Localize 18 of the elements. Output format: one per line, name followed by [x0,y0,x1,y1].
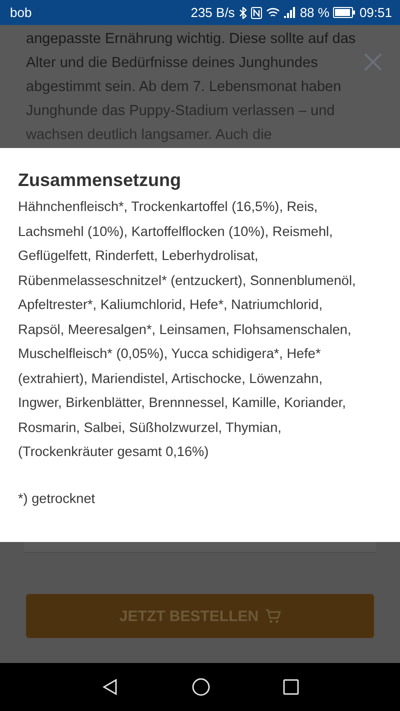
recents-icon[interactable] [283,679,299,695]
article-text: Alter und die Bedürfnisse deines Junghundes [26,54,319,73]
bluetooth-icon [238,6,247,18]
nfc-icon [250,6,262,18]
cart-icon [264,608,281,624]
battery-icon [333,7,356,18]
ingredients-text: Hähnchenfleisch*, Trockenkartoffel (16,5%), Reis, Lachsmehl (10%), Kartoffelflocken (10%), Reismehl, Geflügelfett, Rinderfett, Leberhydrolisat, Rübenmelasseschnitzel* (entzuckert), Sonnenblumenöl, Apfeltrester*, Kaliumchlorid, Hefe*, Natriumchlorid, Rapsöl, Meeresalgen*, Leinsamen, Flohsamenschalen, Muschelfleisch* (0,05%), Yucca schidigera*, Hefe* (extrahiert), Mariendistel, Artischocke, Löwenzahn, Ingwer, Birkenblätter, Brennnessel, Kamille, Koriander, Rosmarin, Salbei, Süßholzwurzel, Thymian, (Trockenkräuter gesamt 0,16%) [18,198,357,461]
clock: 09:51 [359,5,392,20]
network-speed: 235 B/s [190,5,235,20]
signal-icon [284,7,296,18]
wifi-icon [266,7,280,18]
battery-percent: 88 % [300,5,330,20]
home-icon[interactable] [192,678,210,696]
article-text: angepasste Ernährung wichtig. Diese sollte auf das [26,30,356,49]
back-icon[interactable] [101,678,119,696]
carrier-name: bob [10,5,32,20]
footnote-text: *) getrocknet [18,490,96,506]
dialog-title: Zusammensetzung [18,170,182,191]
